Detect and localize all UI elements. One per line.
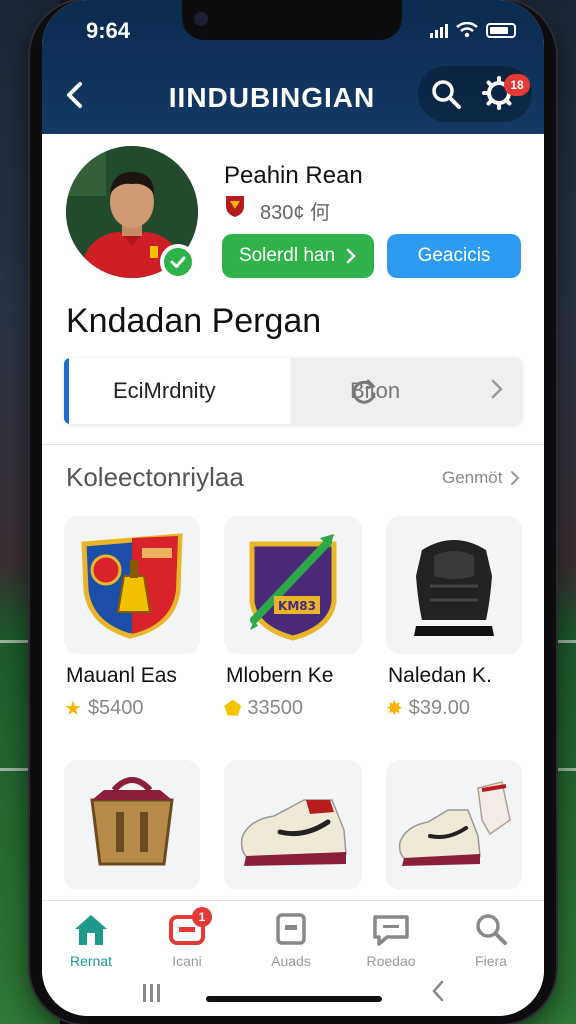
- chevron-right-icon: [511, 471, 520, 485]
- tab-messages[interactable]: Roedao: [346, 911, 436, 969]
- shield-crest-icon: [81, 533, 183, 639]
- square-icon: [276, 913, 306, 945]
- sneaker-gloves-icon: [398, 781, 511, 866]
- item-price-value: $39.00: [408, 697, 470, 719]
- chest-protector-icon: [414, 540, 494, 636]
- tab-label: Fiera: [475, 953, 507, 969]
- secondary-action-button[interactable]: Geacicis: [387, 234, 521, 278]
- primary-action-button[interactable]: Solerdl han: [222, 234, 374, 278]
- item-name: Mlobern Ke: [226, 664, 334, 687]
- field-line: [556, 640, 576, 643]
- tab-label: Roedao: [366, 953, 416, 969]
- cellular-signal-icon: [430, 24, 448, 38]
- bag-icon: [90, 777, 174, 866]
- profile-name: Peahin Rean: [224, 162, 363, 189]
- wifi-icon: [456, 22, 478, 38]
- item-price: ✸ $39.00: [386, 696, 470, 721]
- tab-badge: 1: [192, 907, 212, 927]
- search-icon: [432, 80, 461, 109]
- emblem-badge-icon: KM83: [249, 534, 337, 641]
- chevron-right-icon: [346, 248, 356, 264]
- home-icon: [75, 915, 107, 945]
- status-time: 9:64: [86, 18, 131, 43]
- segmented-control: EciMrdnity Biton: [64, 358, 522, 424]
- search-icon: [476, 914, 507, 945]
- chevron-right-icon: [491, 379, 503, 399]
- collection-card[interactable]: [224, 760, 362, 890]
- field-line: [556, 768, 576, 771]
- refresh-icon: [352, 379, 376, 404]
- item-price-value: $5400: [87, 697, 144, 719]
- item-price: ★ $5400: [64, 696, 144, 721]
- see-all-link[interactable]: Genmöt: [442, 468, 520, 488]
- item-price-value: 33500: [247, 697, 304, 719]
- secondary-action-label: Geacicis: [417, 245, 491, 266]
- collection-card[interactable]: KM83: [224, 516, 362, 654]
- chevron-left-icon: [67, 82, 82, 108]
- segment-community[interactable]: EciMrdnity: [64, 358, 290, 424]
- app-title: IINDUBINGIAN: [168, 82, 376, 113]
- notification-badge: 18: [504, 74, 530, 96]
- tab-search[interactable]: Fiera: [446, 911, 536, 969]
- battery-icon: [486, 23, 516, 38]
- recent-apps-button[interactable]: [140, 982, 164, 1010]
- chat-icon: [373, 915, 409, 946]
- chevron-left-icon: [432, 980, 444, 1002]
- home-indicator[interactable]: [206, 996, 382, 1002]
- tab-label: Auads: [271, 953, 311, 969]
- collection-card[interactable]: [386, 516, 522, 654]
- system-back-button[interactable]: [430, 978, 446, 1011]
- tab-label: Rernat: [69, 953, 113, 969]
- collection-card[interactable]: [64, 760, 200, 890]
- see-all-label: Genmöt: [442, 468, 503, 487]
- coin-icon: ⬟: [224, 698, 242, 720]
- field-line: [0, 640, 30, 643]
- app-screen: 9:64 IINDUBINGIAN 18 Peahin Rean 830¢ 何 …: [42, 0, 544, 1016]
- camera-notch: [182, 0, 402, 40]
- collection-card[interactable]: [64, 516, 200, 654]
- star-icon: ★: [64, 698, 82, 720]
- collection-card[interactable]: [386, 760, 522, 890]
- item-name: Mauanl Eas: [66, 664, 177, 687]
- sun-icon: ✸: [386, 698, 403, 720]
- club-badge-icon: [224, 194, 246, 218]
- verified-badge: [160, 244, 196, 280]
- camera-icon: [194, 12, 208, 26]
- tab-home[interactable]: Rernat: [46, 911, 136, 969]
- menu-lines-icon: [143, 984, 160, 1002]
- field-line: [0, 768, 30, 771]
- page-title: Kndadan Pergan: [66, 302, 322, 340]
- item-name: Naledan K.: [388, 664, 492, 687]
- phone-frame: 9:64 IINDUBINGIAN 18 Peahin Rean 830¢ 何 …: [30, 0, 556, 1024]
- segment-button[interactable]: Biton: [290, 358, 522, 424]
- collection-title: Koleectonriylaa: [66, 462, 244, 492]
- section-divider: [42, 444, 544, 445]
- check-icon: [170, 256, 186, 268]
- sneaker-icon: [240, 799, 347, 866]
- profile-stats: 830¢ 何: [260, 202, 331, 224]
- item-price: ⬟ 33500: [224, 696, 303, 721]
- status-icons: [430, 22, 516, 38]
- primary-action-label: Solerdl han: [238, 245, 336, 266]
- tab-label: Icani: [172, 953, 202, 969]
- tab-auads[interactable]: Auads: [246, 911, 336, 969]
- back-button[interactable]: [62, 80, 88, 110]
- search-button[interactable]: [430, 78, 462, 110]
- tab-inbox[interactable]: 1 Icani: [142, 907, 232, 969]
- svg-text:KM83: KM83: [278, 599, 316, 613]
- segment-left-label: EciMrdnity: [113, 378, 216, 403]
